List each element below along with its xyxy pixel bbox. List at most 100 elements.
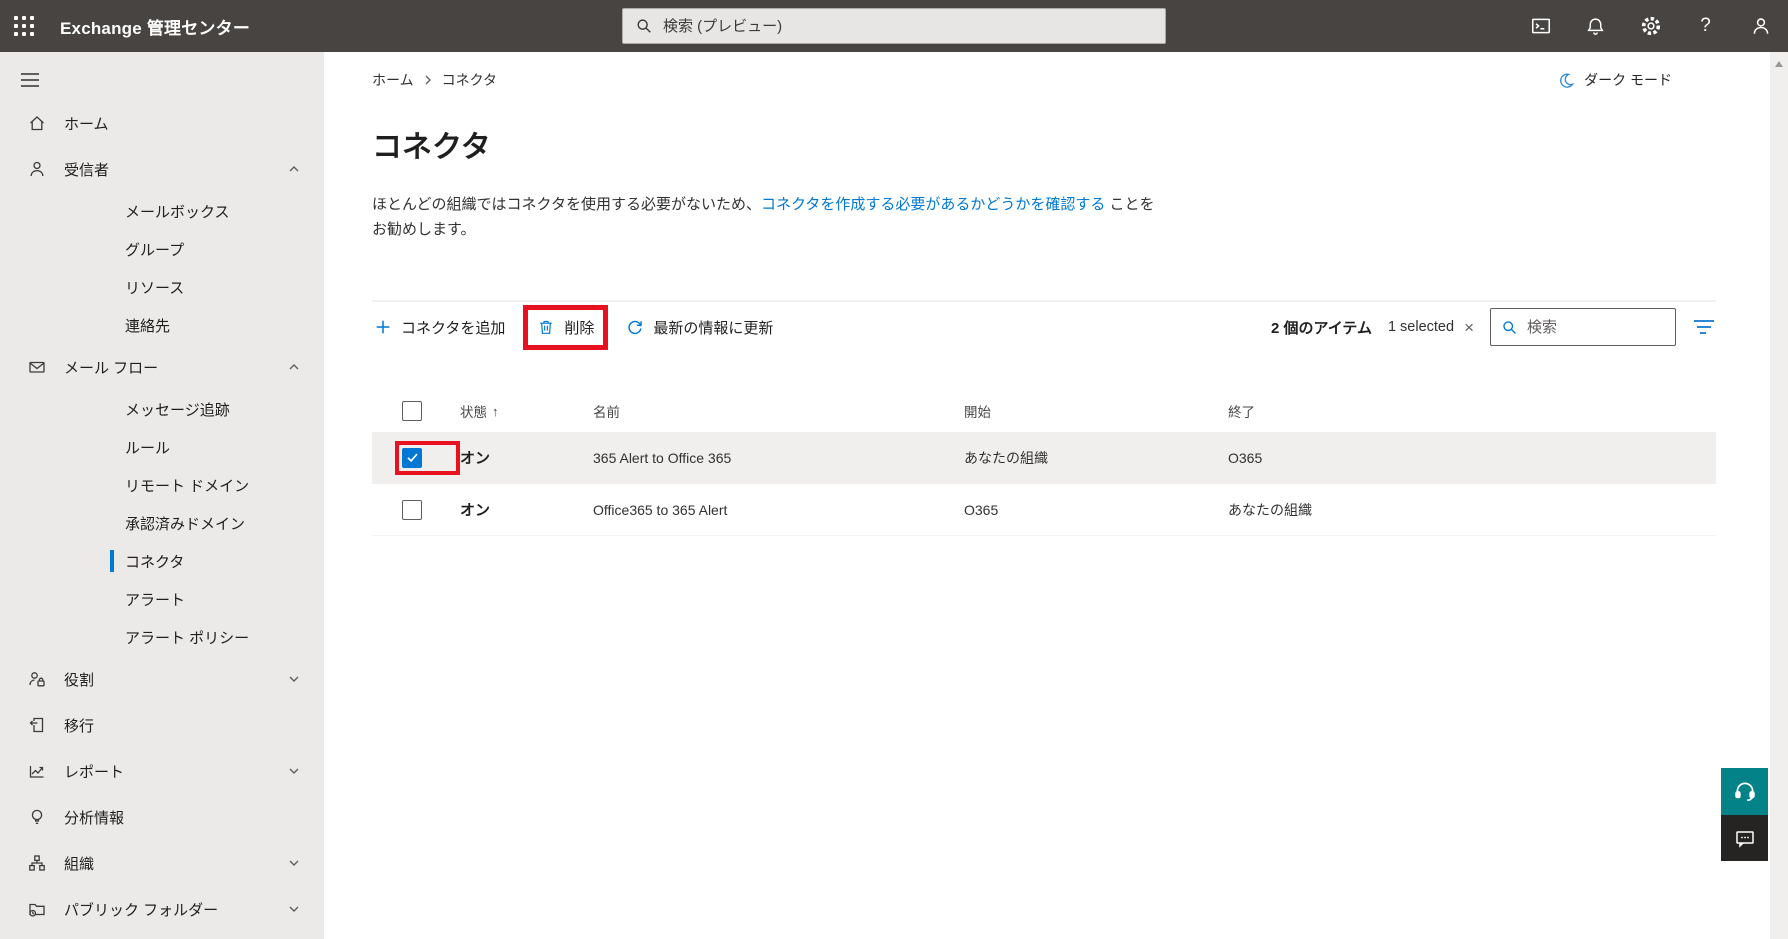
- scrollbar-up-arrow-icon[interactable]: [1775, 61, 1783, 67]
- migration-icon: [27, 715, 47, 735]
- sidebar-item-remote-domains[interactable]: リモート ドメイン: [0, 466, 324, 504]
- refresh-button[interactable]: 最新の情報に更新: [624, 313, 775, 342]
- sidebar-item-label: グループ: [125, 241, 185, 259]
- row-status: オン: [460, 450, 491, 467]
- selected-count: 1 selected: [1387, 319, 1455, 335]
- account-person-icon: [1753, 18, 1768, 34]
- column-header-name[interactable]: 名前: [593, 401, 964, 421]
- delete-button[interactable]: 削除: [535, 313, 596, 342]
- sidebar-item-label: メールボックス: [125, 203, 230, 221]
- sidebar-item-contacts[interactable]: 連絡先: [0, 306, 324, 344]
- app-launcher-button[interactable]: [0, 0, 48, 52]
- sidebar-item-groups[interactable]: グループ: [0, 230, 324, 268]
- settings-gear-icon: [1641, 16, 1660, 36]
- list-search-input[interactable]: [1527, 318, 1665, 336]
- sidebar-item-mailboxes[interactable]: メールボックス: [0, 192, 324, 230]
- global-search-input[interactable]: [663, 17, 1153, 35]
- sidebar-item-label: レポート: [64, 763, 125, 781]
- delete-label: 削除: [564, 319, 595, 337]
- sidebar-item-alert-policies[interactable]: アラート ポリシー: [0, 618, 324, 656]
- chevron-right-icon: [424, 75, 432, 85]
- check-connector-need-link[interactable]: コネクタを作成する必要があるかどうかを確認する: [761, 196, 1105, 213]
- person-icon: [27, 159, 47, 179]
- row-name[interactable]: Office365 to 365 Alert: [593, 502, 964, 518]
- sidebar-item-connectors[interactable]: コネクタ: [0, 542, 324, 580]
- dark-mode-label: ダーク モード: [1584, 72, 1672, 88]
- sidebar-item-resources[interactable]: リソース: [0, 268, 324, 306]
- sidebar-item-label: メッセージ追跡: [125, 401, 230, 419]
- sidebar-item-label: 組織: [64, 855, 95, 873]
- chevron-up-icon[interactable]: [288, 163, 300, 175]
- filter-lines-icon: [1694, 320, 1714, 334]
- trash-icon: [540, 320, 553, 334]
- description-text: ほとんどの組織ではコネクタを使用する必要がないため、: [372, 196, 761, 213]
- sidebar-item-roles[interactable]: 役割: [0, 656, 324, 702]
- search-icon: [1501, 319, 1518, 336]
- sidebar-item-recipients[interactable]: 受信者: [0, 146, 324, 192]
- help-button[interactable]: ?: [1678, 0, 1733, 52]
- table-row[interactable]: オン 365 Alert to Office 365 あなたの組織 O365: [372, 432, 1716, 484]
- dark-mode-toggle[interactable]: ダーク モード: [1558, 70, 1672, 90]
- roles-icon: [27, 669, 47, 689]
- sidebar-item-rules[interactable]: ルール: [0, 428, 324, 466]
- sidebar-item-organization[interactable]: 組織: [0, 840, 324, 886]
- list-search-box[interactable]: [1490, 308, 1676, 346]
- table-row[interactable]: オン Office365 to 365 Alert O365 あなたの組織: [372, 484, 1716, 536]
- row-name[interactable]: 365 Alert to Office 365: [593, 450, 964, 466]
- table-header-row: 状態 ↑ 名前 開始 終了: [372, 390, 1716, 432]
- connectors-table: 状態 ↑ 名前 開始 終了 オン 365 Alert to Office 365…: [372, 390, 1716, 536]
- clear-selection-button[interactable]: ×: [1464, 319, 1474, 336]
- account-button[interactable]: [1733, 0, 1788, 52]
- sidebar-item-message-trace[interactable]: メッセージ追跡: [0, 390, 324, 428]
- sidebar-item-alerts[interactable]: アラート: [0, 580, 324, 618]
- description-text: お勧めします。: [372, 221, 476, 238]
- sidebar-item-label: 移行: [64, 717, 95, 735]
- chevron-down-icon[interactable]: [288, 765, 300, 777]
- chevron-down-icon[interactable]: [288, 903, 300, 915]
- breadcrumb: ホーム コネクタ: [372, 70, 497, 90]
- collapse-nav-button[interactable]: [20, 68, 40, 92]
- chevron-down-icon[interactable]: [288, 857, 300, 869]
- sidebar-item-reports[interactable]: レポート: [0, 748, 324, 794]
- sidebar-item-migration[interactable]: 移行: [0, 702, 324, 748]
- row-checkbox-checked[interactable]: [402, 447, 422, 468]
- home-icon: [27, 113, 47, 133]
- row-start: O365: [964, 501, 999, 518]
- filter-button[interactable]: [1692, 318, 1716, 336]
- topbar-icon-group: ?: [1513, 0, 1788, 52]
- column-header-start[interactable]: 開始: [964, 401, 1228, 421]
- plus-icon: [376, 320, 390, 334]
- feedback-button[interactable]: [1721, 815, 1768, 861]
- organization-icon: [27, 853, 47, 873]
- settings-button[interactable]: [1623, 0, 1678, 52]
- sidebar-item-label: リソース: [125, 279, 185, 297]
- items-count: 2 個のアイテム: [1270, 319, 1372, 337]
- global-search-box[interactable]: [622, 8, 1166, 44]
- column-header-end[interactable]: 終了: [1228, 401, 1716, 421]
- sidebar-item-public-folders[interactable]: パブリック フォルダー: [0, 886, 324, 932]
- column-header-status[interactable]: 状態: [460, 401, 487, 421]
- support-button[interactable]: [1721, 768, 1768, 815]
- sidebar-item-label: ルール: [125, 439, 171, 457]
- moon-icon: [1558, 72, 1575, 89]
- chevron-down-icon[interactable]: [288, 673, 300, 685]
- scrollbar-track[interactable]: [1770, 52, 1788, 939]
- row-checkbox[interactable]: [402, 499, 422, 520]
- sidebar-item-label: 承認済みドメイン: [125, 515, 246, 533]
- row-end: O365: [1228, 449, 1263, 466]
- sidebar-item-home[interactable]: ホーム: [0, 100, 324, 146]
- notifications-button[interactable]: [1568, 0, 1623, 52]
- chevron-up-icon[interactable]: [288, 361, 300, 373]
- select-all-checkbox[interactable]: [402, 401, 422, 421]
- sidebar-item-accepted-domains[interactable]: 承認済みドメイン: [0, 504, 324, 542]
- description-text: ことを: [1105, 196, 1155, 213]
- help-icon: ?: [1700, 15, 1711, 36]
- sidebar-item-insights[interactable]: 分析情報: [0, 794, 324, 840]
- add-connector-button[interactable]: コネクタを追加: [372, 313, 507, 342]
- cloud-shell-button[interactable]: [1513, 0, 1568, 52]
- sidebar-item-mail-flow[interactable]: メール フロー: [0, 344, 324, 390]
- breadcrumb-home[interactable]: ホーム: [372, 70, 414, 90]
- page-title: コネクタ: [372, 131, 491, 164]
- main-content: ホーム コネクタ ダーク モード コネクタ ほとんどの組織ではコネクタを使用する…: [324, 52, 1770, 939]
- left-navigation: ホーム 受信者 メールボックス グループ リソース 連絡先 メール フロー メッ…: [0, 52, 324, 939]
